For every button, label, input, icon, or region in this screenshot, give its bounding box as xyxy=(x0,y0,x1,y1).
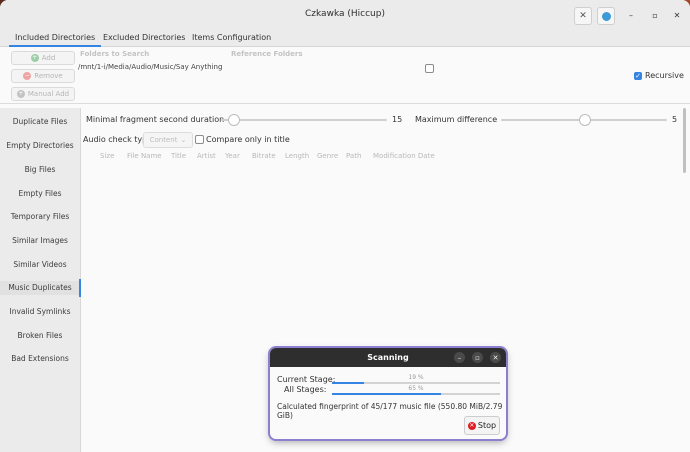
minimize-button[interactable]: – xyxy=(624,8,638,22)
dialog-title: Scanning xyxy=(367,353,409,362)
manual-add-button-label: Manual Add xyxy=(27,90,70,98)
folders-header: Folders to Search xyxy=(80,50,150,58)
dialog-title-bar: Scanning – ▫ ✕ xyxy=(270,348,506,367)
max-difference-slider-handle[interactable] xyxy=(579,114,591,126)
all-stages-percent: 65 % xyxy=(408,385,424,392)
sidebar-item-empty-files[interactable]: Empty Files xyxy=(0,187,80,201)
all-stages-label: All Stages: xyxy=(284,385,327,394)
directory-tabs: Included Directories Excluded Directorie… xyxy=(0,30,690,47)
audio-check-type-dropdown[interactable]: Content ⌄ xyxy=(143,132,193,148)
close-icon: ✕ xyxy=(673,10,681,20)
recursive-label: Recursive xyxy=(645,71,684,80)
recursive-toggle[interactable]: ✓ Recursive xyxy=(634,71,684,80)
column-path[interactable]: Path xyxy=(346,152,361,160)
close-icon: ✕ xyxy=(492,353,499,362)
audio-check-type-value: Content xyxy=(149,136,178,144)
tool-sidebar: Duplicate Files Empty Directories Big Fi… xyxy=(0,108,81,452)
remove-button-label: Remove xyxy=(34,72,63,80)
dialog-close-button[interactable]: ✕ xyxy=(490,352,501,363)
minimize-icon: – xyxy=(629,10,633,20)
tools-button[interactable]: ✕ xyxy=(574,7,592,25)
scrollbar-thumb[interactable] xyxy=(683,108,686,173)
all-stages-progress-fill xyxy=(332,393,442,395)
tab-items-configuration[interactable]: Items Configuration xyxy=(192,33,271,42)
maximize-icon: ▫ xyxy=(475,353,480,362)
sidebar-item-big-files[interactable]: Big Files xyxy=(0,163,80,177)
maximize-button[interactable]: ▫ xyxy=(648,8,662,22)
minimize-icon: – xyxy=(457,353,462,362)
folder-path: /mnt/1-i/Media/Audio/Music/Say Anything xyxy=(78,63,223,71)
sidebar-item-duplicate-files[interactable]: Duplicate Files xyxy=(0,115,80,129)
tools-icon: ✕ xyxy=(579,11,587,21)
dialog-maximize-button[interactable]: ▫ xyxy=(472,352,483,363)
min-fragment-label: Minimal fragment second duration xyxy=(86,115,225,124)
about-button[interactable] xyxy=(597,7,615,25)
remove-icon: − xyxy=(23,72,32,80)
add-button[interactable]: + Add xyxy=(11,51,75,65)
current-stage-label: Current Stage: xyxy=(277,375,336,384)
column-size[interactable]: Size xyxy=(100,152,114,160)
folder-row[interactable]: /mnt/1-i/Media/Audio/Music/Say Anything xyxy=(78,63,630,87)
stop-button-label: Stop xyxy=(477,421,497,430)
manual-add-button[interactable]: + Manual Add xyxy=(11,87,75,101)
maximize-icon: ▫ xyxy=(652,10,658,20)
current-stage-progress xyxy=(332,382,500,384)
remove-button[interactable]: − Remove xyxy=(11,69,75,83)
column-title[interactable]: Title xyxy=(171,152,186,160)
add-icon: + xyxy=(30,54,39,62)
reference-folder-checkbox[interactable] xyxy=(425,64,434,73)
max-difference-value: 5 xyxy=(672,115,678,124)
min-fragment-slider-handle[interactable] xyxy=(227,114,240,126)
max-difference-label: Maximum difference xyxy=(415,115,498,124)
column-file-name[interactable]: File Name xyxy=(127,152,162,160)
add-button-label: Add xyxy=(41,54,56,62)
tab-included-directories[interactable]: Included Directories xyxy=(8,33,102,47)
title-bar: Czkawka (Hiccup) ✕ – ▫ ✕ xyxy=(0,0,690,31)
stop-icon: ✕ xyxy=(467,421,476,430)
chevron-down-icon: ⌄ xyxy=(180,136,187,144)
compare-title-label: Compare only in title xyxy=(206,135,290,144)
directory-panel: + Add − Remove + Manual Add Folders to S… xyxy=(0,47,690,104)
column-genre[interactable]: Genre xyxy=(317,152,338,160)
max-difference-slider[interactable] xyxy=(501,114,667,126)
reference-folders-header: Reference Folders xyxy=(231,50,303,58)
dialog-minimize-button[interactable]: – xyxy=(454,352,465,363)
all-stages-progress xyxy=(332,393,500,395)
current-stage-progress-fill xyxy=(332,382,364,384)
sidebar-item-empty-directories[interactable]: Empty Directories xyxy=(0,139,80,153)
sidebar-item-bad-extensions[interactable]: Bad Extensions xyxy=(0,352,80,366)
min-fragment-value: 15 xyxy=(392,115,403,124)
column-modification-date[interactable]: Modification Date xyxy=(373,152,435,160)
stop-button[interactable]: ✕ Stop xyxy=(464,416,500,435)
tab-excluded-directories[interactable]: Excluded Directories xyxy=(103,33,185,42)
sidebar-item-broken-files[interactable]: Broken Files xyxy=(0,329,80,343)
column-bitrate[interactable]: Bitrate xyxy=(252,152,276,160)
sidebar-item-music-duplicates[interactable]: Music Duplicates xyxy=(0,279,81,297)
audio-check-type-label: Audio check type xyxy=(83,135,153,144)
add-icon: + xyxy=(16,90,25,98)
checkbox-checked-icon: ✓ xyxy=(634,71,642,80)
sidebar-item-temporary-files[interactable]: Temporary Files xyxy=(0,210,80,224)
current-stage-percent: 19 % xyxy=(408,374,424,381)
sidebar-item-invalid-symlinks[interactable]: Invalid Symlinks xyxy=(0,305,80,319)
scanning-dialog: Scanning – ▫ ✕ Current Stage: 19 % All S… xyxy=(270,348,506,439)
column-length[interactable]: Length xyxy=(285,152,309,160)
compare-title-checkbox[interactable] xyxy=(195,135,204,144)
column-year[interactable]: Year xyxy=(225,152,240,160)
sidebar-item-similar-videos[interactable]: Similar Videos xyxy=(0,258,80,272)
min-fragment-slider[interactable] xyxy=(221,114,387,126)
column-artist[interactable]: Artist xyxy=(197,152,216,160)
close-button[interactable]: ✕ xyxy=(670,8,684,22)
main-window: Czkawka (Hiccup) ✕ – ▫ ✕ Included Direct… xyxy=(0,0,690,452)
sidebar-item-similar-images[interactable]: Similar Images xyxy=(0,234,80,248)
chat-bubble-icon xyxy=(601,11,611,21)
